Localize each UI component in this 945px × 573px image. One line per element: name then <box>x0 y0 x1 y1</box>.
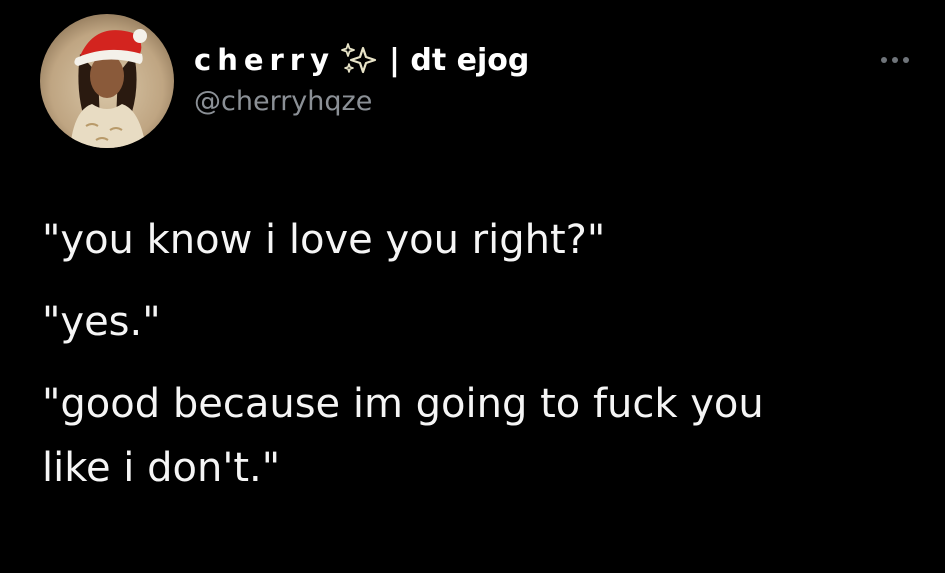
author-name-row: cherry | dt ejog <box>194 40 529 80</box>
tweet-text-line: like i don't." <box>42 445 281 491</box>
profile-photo-icon <box>40 14 174 148</box>
author-handle[interactable]: @cherryhqze <box>194 86 372 117</box>
tweet-text-line: "yes." <box>42 299 161 345</box>
display-name[interactable]: cherry <box>194 43 335 77</box>
tweet-text: "you know i love you right?" "yes." "goo… <box>42 208 922 500</box>
tweet-text-line: "good because im going to fuck you <box>42 381 764 427</box>
display-name-suffix: | dt ejog <box>389 42 530 78</box>
more-options-button[interactable] <box>872 46 918 74</box>
tweet-card: cherry | dt ejog @cherryhqze "you know i… <box>0 0 945 573</box>
sparkles-icon <box>337 42 381 78</box>
avatar[interactable] <box>40 14 174 148</box>
tweet-text-line: "you know i love you right?" <box>42 217 606 263</box>
more-horizontal-icon <box>881 57 909 63</box>
